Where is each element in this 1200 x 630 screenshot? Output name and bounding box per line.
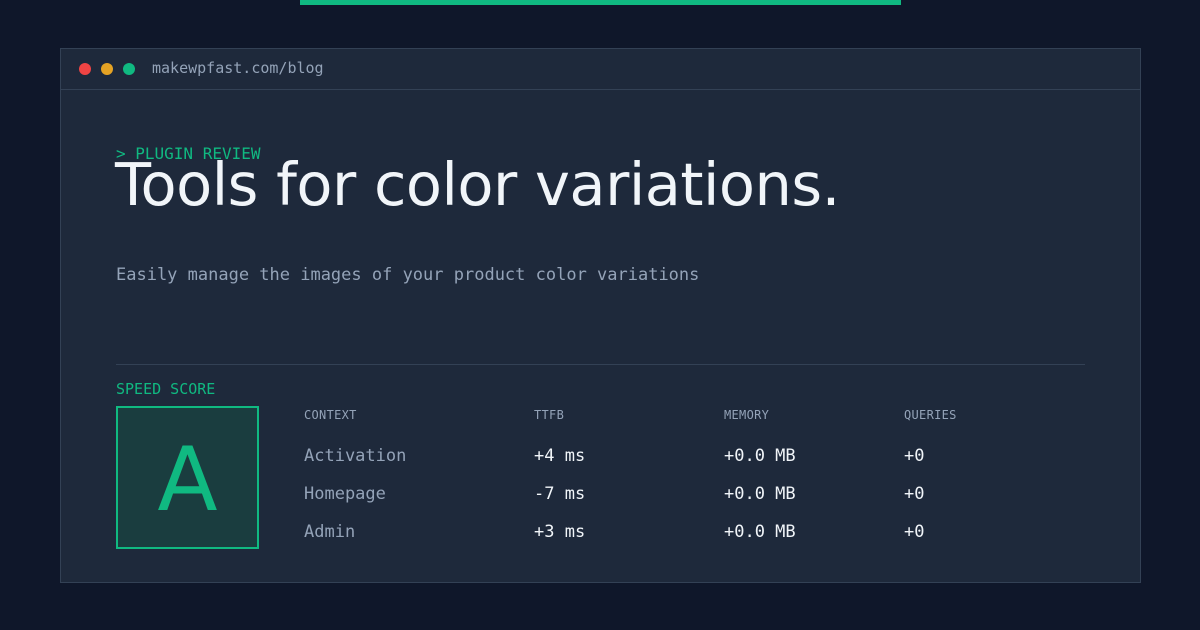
column-header-memory: MEMORY: [724, 408, 770, 422]
minimize-dot-icon[interactable]: [101, 63, 113, 75]
section-eyebrow: > PLUGIN REVIEW: [116, 144, 261, 163]
table-cell-queries: +0: [904, 446, 925, 466]
table-cell-queries: +0: [904, 484, 925, 504]
speed-grade: A: [157, 427, 218, 531]
table-cell-queries: +0: [904, 522, 925, 542]
close-dot-icon[interactable]: [79, 63, 91, 75]
browser-window: makewpfast.com/blog > PLUGIN REVIEW Tool…: [60, 48, 1141, 583]
table-cell-context: Homepage: [304, 484, 386, 504]
speed-score-label: SPEED SCORE: [116, 380, 216, 398]
column-header-ttfb: TTFB: [534, 408, 565, 422]
table-cell-memory: +0.0 MB: [724, 484, 796, 504]
url-text: makewpfast.com/blog: [152, 59, 324, 77]
window-titlebar: makewpfast.com/blog: [61, 49, 1140, 90]
page-subtitle: Easily manage the images of your product…: [116, 265, 700, 285]
top-accent-bar: [300, 0, 901, 5]
table-cell-context: Activation: [304, 446, 407, 466]
column-header-queries: QUERIES: [904, 408, 957, 422]
table-cell-ttfb: +3 ms: [534, 522, 586, 542]
table-cell-ttfb: -7 ms: [534, 484, 586, 504]
column-header-context: CONTEXT: [304, 408, 357, 422]
table-cell-ttfb: +4 ms: [534, 446, 586, 466]
maximize-dot-icon[interactable]: [123, 63, 135, 75]
table-cell-memory: +0.0 MB: [724, 446, 796, 466]
section-divider: [116, 364, 1085, 365]
table-cell-context: Admin: [304, 522, 356, 542]
table-cell-memory: +0.0 MB: [724, 522, 796, 542]
speed-grade-box: A: [116, 406, 259, 549]
